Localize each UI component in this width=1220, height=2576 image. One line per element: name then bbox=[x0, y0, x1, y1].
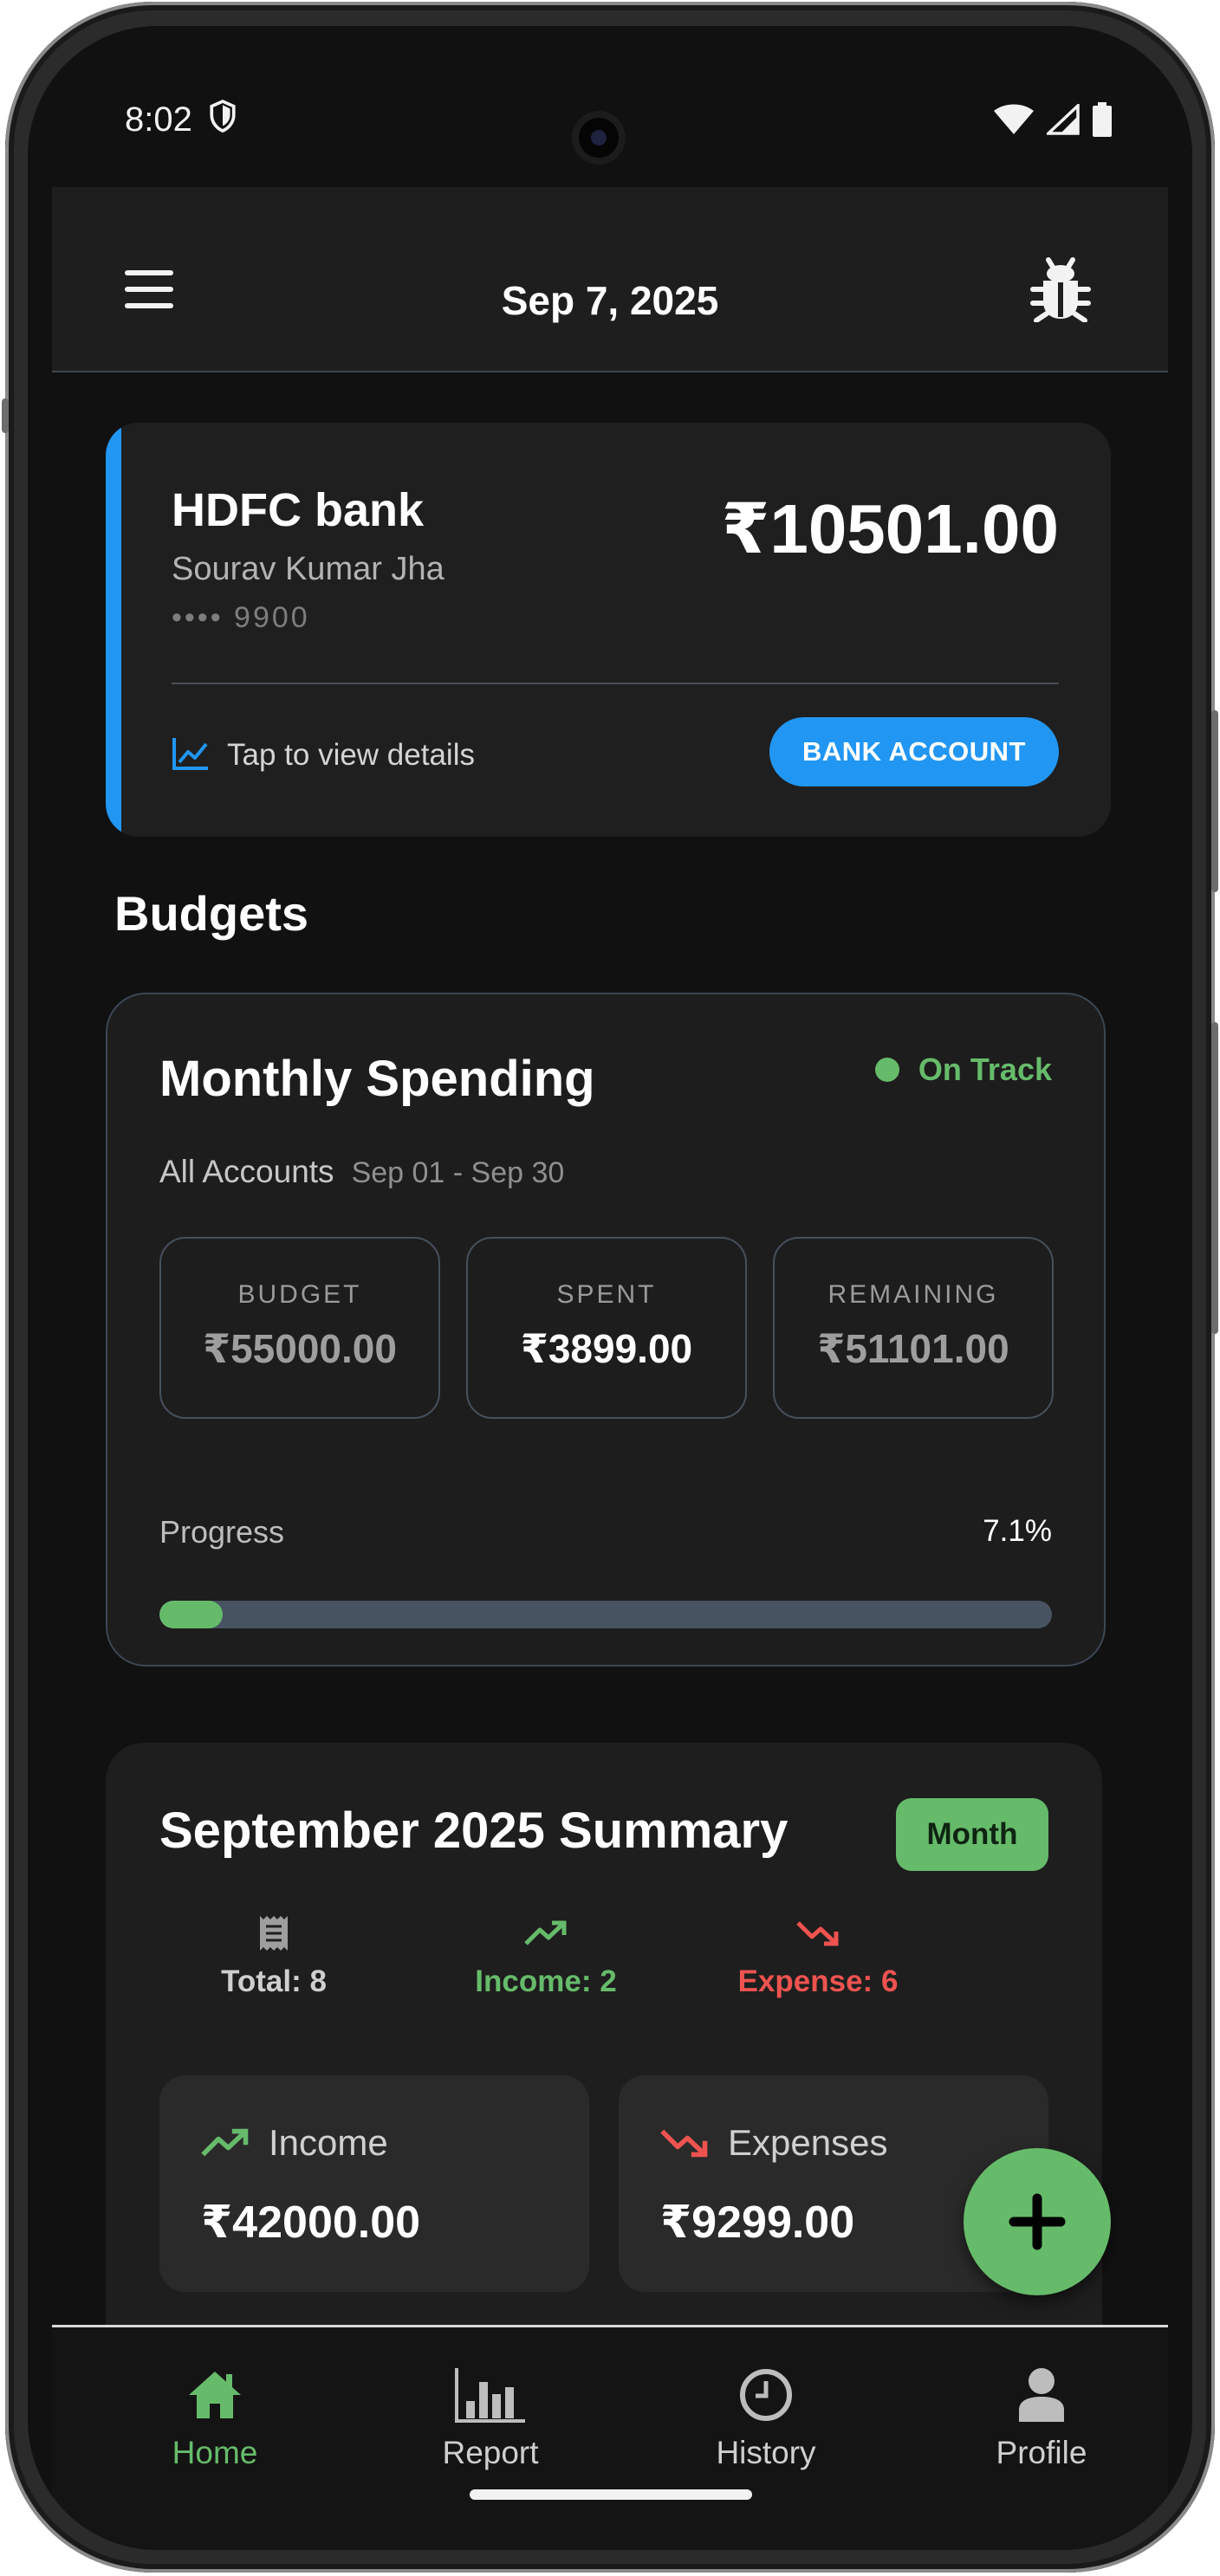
nav-label: Report bbox=[442, 2435, 539, 2470]
spent-stat-box: SPENT ₹3899.00 bbox=[466, 1237, 747, 1419]
bank-account-button[interactable]: BANK ACCOUNT bbox=[769, 717, 1059, 786]
add-transaction-button[interactable] bbox=[964, 2148, 1111, 2295]
nav-label: Home bbox=[172, 2435, 258, 2470]
stat-value: ₹55000.00 bbox=[203, 1326, 397, 1371]
wifi-icon bbox=[994, 104, 1034, 134]
plus-icon bbox=[1009, 2193, 1066, 2250]
bug-icon[interactable] bbox=[1029, 253, 1092, 322]
status-time: 8:02 bbox=[125, 100, 192, 139]
count-text: Total: 8 bbox=[221, 1964, 327, 1998]
clock-icon bbox=[740, 2369, 792, 2421]
budgets-heading: Budgets bbox=[114, 886, 308, 941]
stat-value: ₹51101.00 bbox=[817, 1326, 1009, 1371]
card-divider bbox=[172, 683, 1059, 684]
bottom-nav: Home Report History Profile bbox=[52, 2325, 1168, 2550]
power-button bbox=[1211, 1022, 1218, 1334]
status-bar: 8:02 bbox=[28, 26, 1192, 187]
account-balance: ₹10501.00 bbox=[721, 490, 1059, 567]
progress-fill bbox=[159, 1601, 224, 1628]
line-chart-icon bbox=[172, 738, 208, 770]
budget-date-range: Sep 01 - Sep 30 bbox=[351, 1156, 565, 1189]
trending-down-icon bbox=[660, 2129, 708, 2158]
budget-card[interactable]: Monthly Spending On Track All Accounts Se… bbox=[106, 993, 1106, 1667]
card-accent bbox=[106, 423, 121, 837]
masked-account-number: •••• 9900 bbox=[172, 601, 310, 634]
status-dot bbox=[874, 1058, 899, 1082]
receipt-icon bbox=[260, 1916, 288, 1951]
left-button bbox=[2, 398, 9, 433]
nav-report[interactable]: Report bbox=[404, 2362, 577, 2471]
home-indicator bbox=[470, 2489, 752, 2500]
income-box[interactable]: Income ₹42000.00 bbox=[159, 2075, 589, 2292]
income-count: Income: 2 bbox=[416, 1907, 676, 1999]
nav-label: History bbox=[716, 2435, 816, 2470]
period-month-button[interactable]: Month bbox=[896, 1798, 1048, 1871]
income-label: Income bbox=[269, 2122, 388, 2163]
trending-down-icon bbox=[796, 1921, 839, 1946]
stat-value: ₹3899.00 bbox=[520, 1326, 693, 1371]
account-holder: Sourav Kumar Jha bbox=[172, 551, 445, 587]
volume-button bbox=[1211, 710, 1218, 892]
trending-up-icon bbox=[201, 2128, 249, 2157]
signal-icon bbox=[1047, 104, 1080, 135]
progress-bar bbox=[159, 1601, 1052, 1628]
status-badge: On Track bbox=[874, 1052, 1052, 1088]
nav-home[interactable]: Home bbox=[128, 2362, 302, 2471]
trending-up-icon bbox=[524, 1920, 567, 1945]
expenses-label: Expenses bbox=[728, 2122, 888, 2163]
progress-label: Progress bbox=[159, 1514, 285, 1550]
stat-label: REMAINING bbox=[827, 1280, 999, 1309]
count-text: Income: 2 bbox=[475, 1964, 617, 1998]
tap-to-view-details[interactable]: Tap to view details bbox=[227, 738, 475, 773]
system-icons bbox=[993, 102, 1113, 137]
bar-chart-icon bbox=[455, 2368, 525, 2423]
count-text: Expense: 6 bbox=[737, 1964, 899, 1998]
account-card[interactable]: HDFC bank Sourav Kumar Jha •••• 9900 ₹10… bbox=[106, 423, 1111, 837]
status-text: On Track bbox=[918, 1052, 1052, 1087]
nav-label: Profile bbox=[996, 2435, 1087, 2470]
battery-icon bbox=[1093, 102, 1112, 137]
budget-accounts-line: All Accounts Sep 01 - Sep 30 bbox=[159, 1154, 564, 1190]
front-camera bbox=[572, 111, 626, 165]
home-icon bbox=[189, 2372, 241, 2418]
person-icon bbox=[1019, 2368, 1064, 2422]
budget-name: Monthly Spending bbox=[159, 1051, 595, 1107]
income-amount: ₹42000.00 bbox=[201, 2197, 421, 2248]
remaining-stat-box: REMAINING ₹51101.00 bbox=[773, 1237, 1054, 1419]
nav-profile[interactable]: Profile bbox=[955, 2362, 1128, 2471]
expense-count: Expense: 6 bbox=[688, 1907, 948, 1999]
page-title: Sep 7, 2025 bbox=[501, 278, 719, 323]
nav-history[interactable]: History bbox=[679, 2362, 853, 2471]
shield-icon bbox=[210, 99, 236, 133]
budget-stat-box: BUDGET ₹55000.00 bbox=[159, 1237, 440, 1419]
stat-label: SPENT bbox=[556, 1280, 657, 1309]
progress-percent: 7.1% bbox=[983, 1514, 1052, 1548]
stat-label: BUDGET bbox=[237, 1280, 362, 1309]
screen: 8:02 Sep 7, 2025 HDFC bank Sourav Kumar … bbox=[28, 26, 1192, 2550]
budget-accounts: All Accounts bbox=[159, 1154, 334, 1189]
bank-name: HDFC bank bbox=[172, 484, 425, 536]
expenses-amount: ₹9299.00 bbox=[660, 2197, 855, 2248]
summary-title: September 2025 Summary bbox=[159, 1803, 788, 1859]
total-count: Total: 8 bbox=[144, 1907, 404, 1999]
